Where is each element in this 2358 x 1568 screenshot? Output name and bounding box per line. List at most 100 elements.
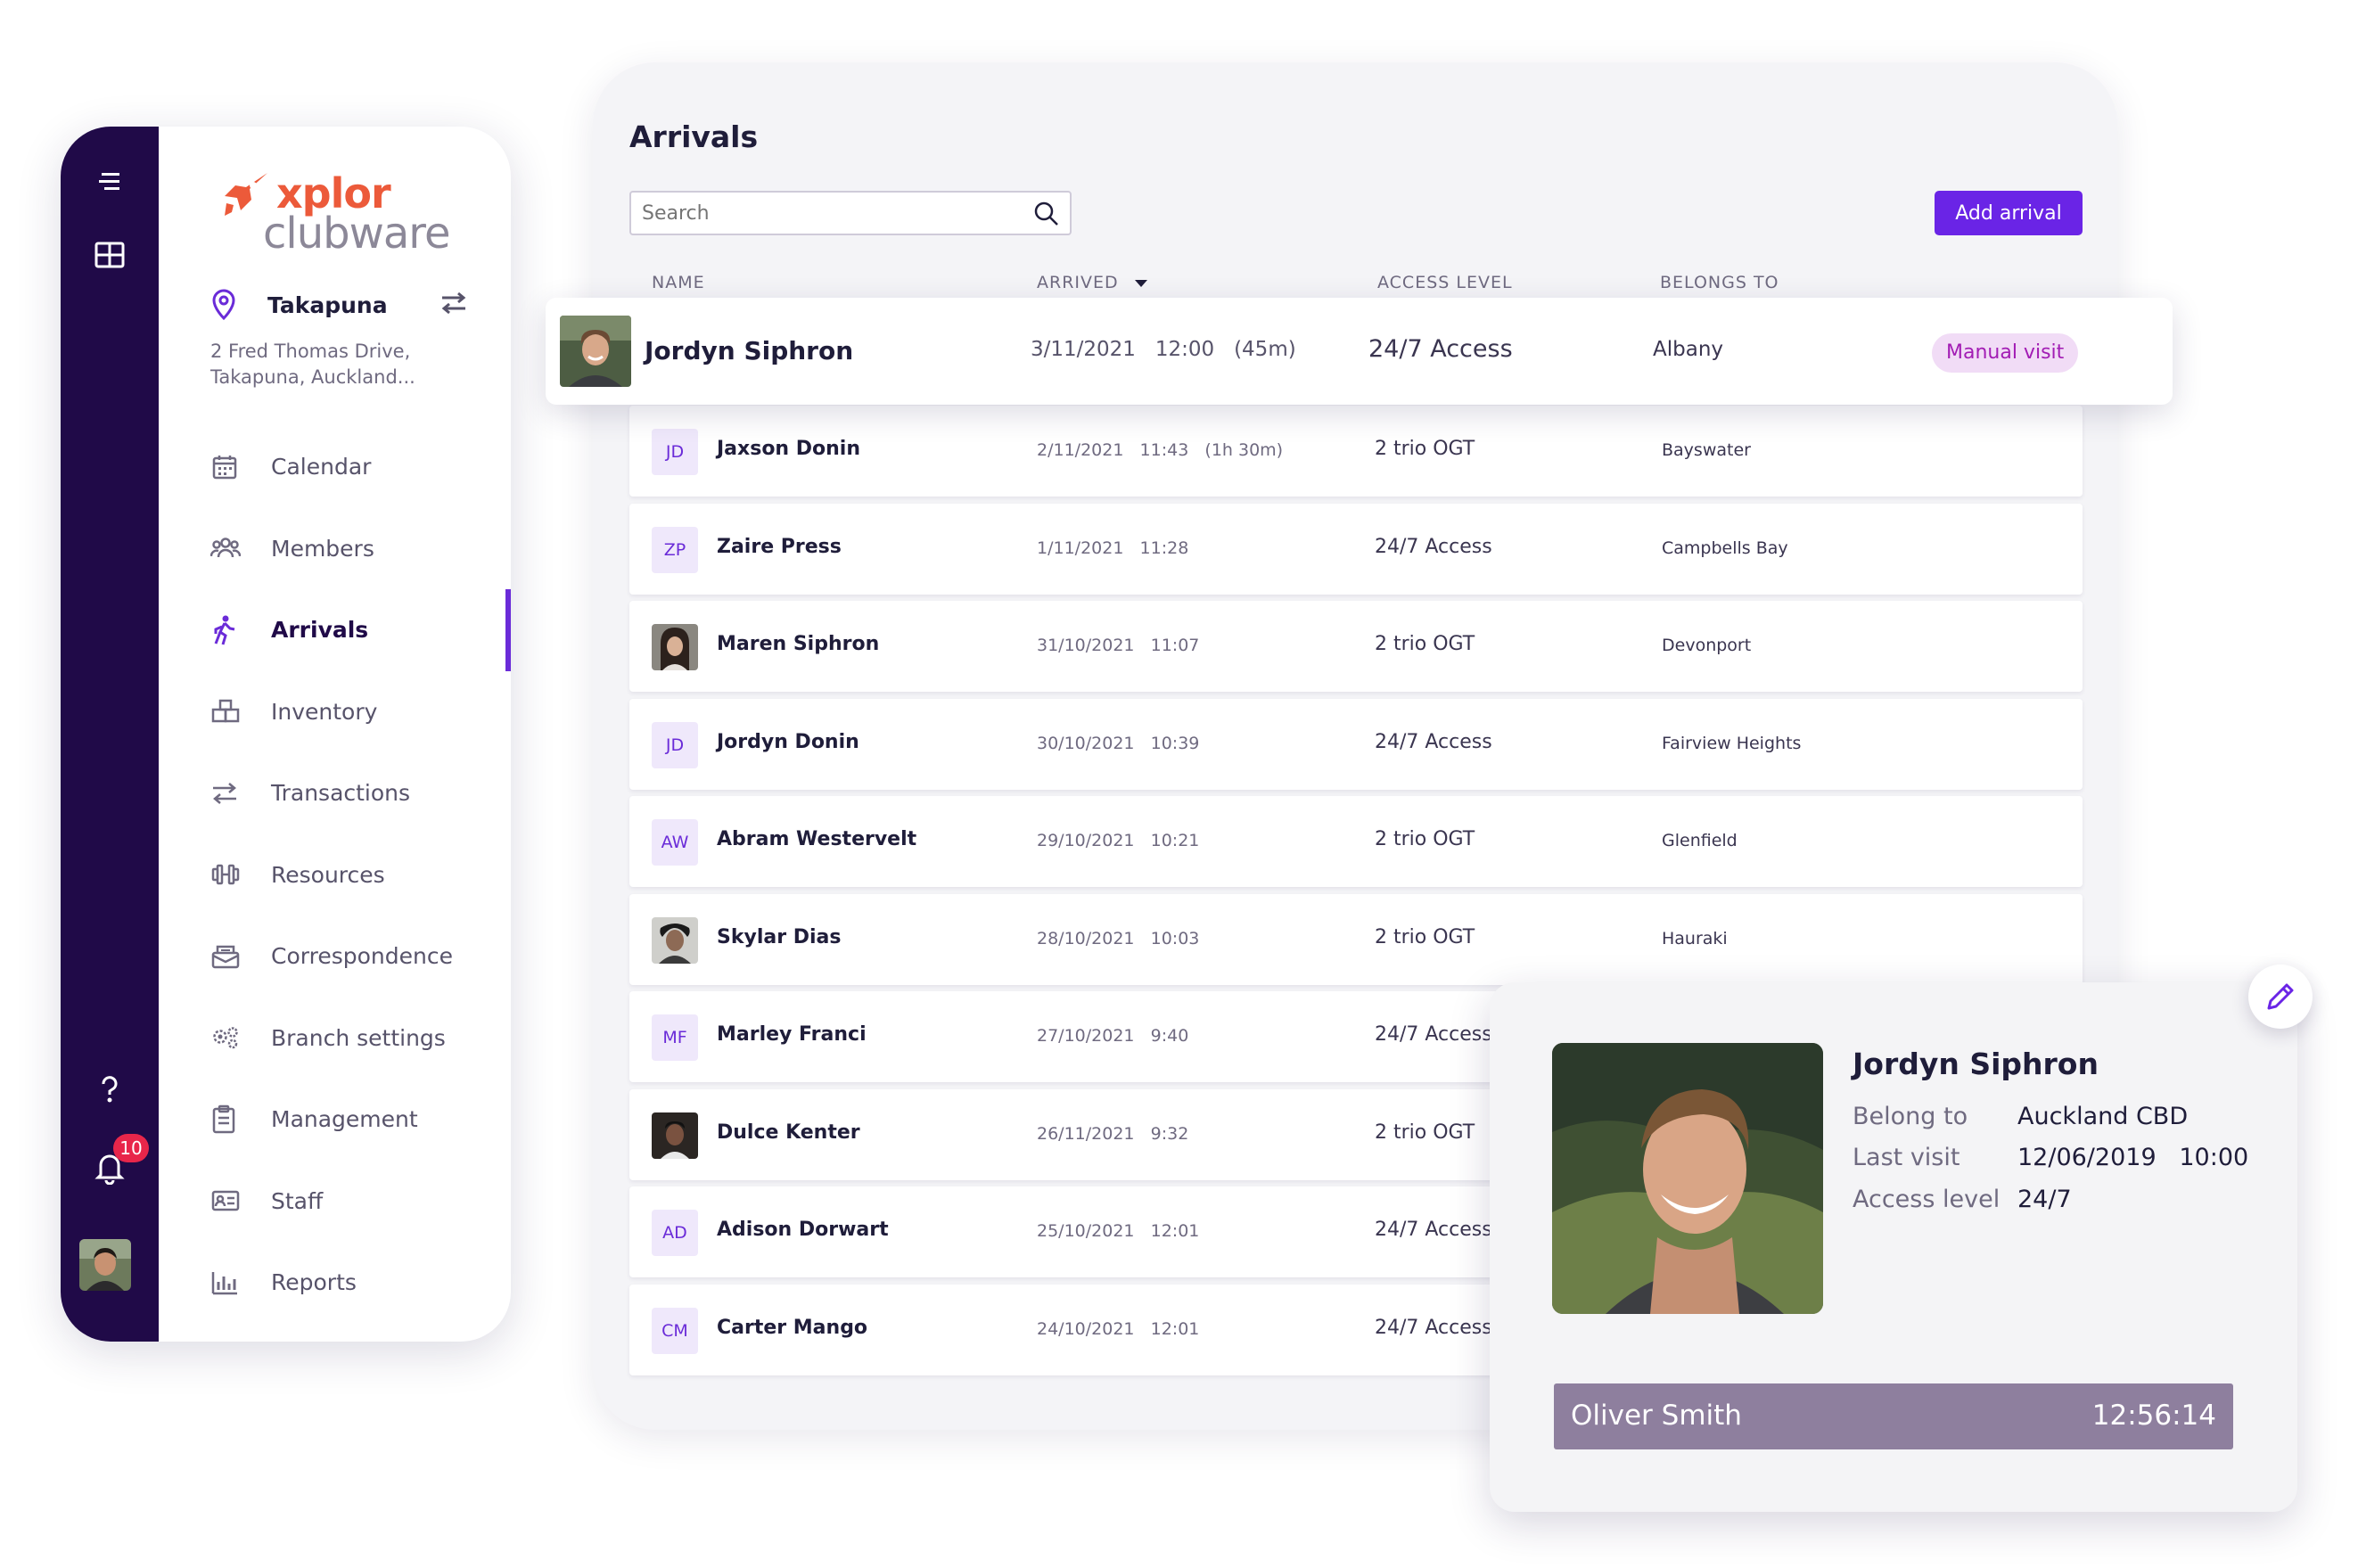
sidebar-item-label: Inventory <box>271 698 378 725</box>
access-level: 2 trio OGT <box>1375 1121 1475 1144</box>
sidebar-item-members[interactable]: Members <box>159 508 511 590</box>
help-icon[interactable] <box>61 1070 159 1109</box>
table-row[interactable]: AW Abram Westervelt 29/10/2021 10:21 2 t… <box>629 796 2083 887</box>
reports-bar-chart-icon <box>211 1271 237 1294</box>
notifications-bell-icon[interactable]: 10 <box>61 1134 159 1187</box>
member-name: Marley Franci <box>717 1023 867 1046</box>
belong-to-value: Auckland CBD <box>2017 1103 2189 1130</box>
belongs-to: Fairview Heights <box>1662 733 1802 753</box>
sidebar-item-correspondence[interactable]: Correspondence <box>159 915 511 997</box>
arrived-time: 24/10/2021 12:01 <box>1037 1318 1200 1339</box>
member-avatar <box>652 1112 698 1159</box>
access-level: 24/7 Access <box>1375 535 1492 558</box>
correspondence-icon <box>211 945 240 968</box>
access-level-label: Access level <box>1853 1186 2001 1213</box>
staff-id-card-icon <box>211 1191 240 1211</box>
user-avatar[interactable] <box>79 1239 131 1291</box>
access-level: 24/7 Access <box>1375 1023 1492 1046</box>
sidebar-item-label: Correspondence <box>271 943 453 970</box>
table-row[interactable]: JD Jaxson Donin 2/11/2021 11:43 (1h 30m)… <box>629 406 2083 497</box>
member-initials: CM <box>652 1307 698 1354</box>
table-row[interactable]: Maren Siphron 31/10/2021 11:07 2 trio OG… <box>629 601 2083 692</box>
sidebar-item-reports[interactable]: Reports <box>159 1242 511 1324</box>
arrived-time: 28/10/2021 10:03 <box>1037 928 1200 948</box>
switch-location-icon[interactable] <box>439 291 469 316</box>
clipboard-management-icon <box>212 1104 235 1133</box>
sidebar-item-branch-settings[interactable]: Branch settings <box>159 997 511 1080</box>
sidebar-item-staff[interactable]: Staff <box>159 1161 511 1243</box>
sidebar-item-label: Resources <box>271 861 385 888</box>
location-pin-icon <box>212 289 235 321</box>
access-level-value: 24/7 <box>2017 1186 2072 1213</box>
menu-icon[interactable] <box>61 162 159 201</box>
arrived-time: 29/10/2021 10:21 <box>1037 831 1200 850</box>
arrived-time: 26/11/2021 9:32 <box>1037 1123 1189 1144</box>
calendar-icon <box>212 455 237 479</box>
sidebar-item-calendar[interactable]: Calendar <box>159 426 511 508</box>
member-name: Carter Mango <box>717 1316 868 1339</box>
column-header-arrived-label: ARRIVED <box>1037 273 1119 292</box>
xplor-clubware-logo: xplor clubware <box>214 162 481 260</box>
inventory-icon <box>211 700 240 723</box>
member-name: Jordyn Donin <box>717 730 859 753</box>
transactions-icon <box>213 782 236 804</box>
sidebar-item-transactions[interactable]: Transactions <box>159 752 511 834</box>
staff-name: Oliver Smith <box>1571 1400 1742 1432</box>
member-initials: AW <box>652 819 698 866</box>
dumbbell-resources-icon <box>211 865 240 885</box>
table-row[interactable]: Skylar Dias 28/10/2021 10:03 2 trio OGT … <box>629 893 2083 985</box>
belongs-to: Albany <box>1653 338 1724 361</box>
member-name: Abram Westervelt <box>717 828 917 850</box>
member-name: Jordyn Siphron <box>645 336 854 365</box>
table-row[interactable]: JD Jordyn Donin 30/10/2021 10:39 24/7 Ac… <box>629 698 2083 790</box>
last-visit-label: Last visit <box>1853 1144 1960 1171</box>
app-sidebar: 10 xplor clubware Takapuna 2 Fred Thomas… <box>61 127 511 1342</box>
member-initials: ZP <box>652 526 698 573</box>
sidebar-item-label: Branch settings <box>271 1024 446 1051</box>
icon-rail: 10 <box>61 127 159 1342</box>
belongs-to: Campbells Bay <box>1662 538 1788 558</box>
belongs-to: Hauraki <box>1662 928 1728 948</box>
member-initials: JD <box>652 721 698 768</box>
access-level: 2 trio OGT <box>1375 633 1475 655</box>
add-arrival-button[interactable]: Add arrival <box>1935 191 2083 235</box>
sidebar-item-label: Arrivals <box>271 617 369 644</box>
access-level: 2 trio OGT <box>1375 925 1475 948</box>
column-header-belongs-to: BELONGS TO <box>1660 273 1779 292</box>
sidebar-item-arrivals[interactable]: Arrivals <box>159 589 511 671</box>
column-header-arrived[interactable]: ARRIVED <box>1037 273 1147 292</box>
member-avatar <box>560 316 631 387</box>
address-line-1: 2 Fred Thomas Drive, <box>210 341 411 362</box>
dashboard-grid-icon[interactable] <box>61 235 159 275</box>
sort-descending-icon <box>1134 279 1147 287</box>
arrivals-icon <box>214 615 235 645</box>
search-input[interactable] <box>629 191 1072 235</box>
session-time: 12:56:14 <box>2091 1400 2216 1432</box>
arrived-time: 30/10/2021 10:39 <box>1037 733 1200 753</box>
arrived-time: 3/11/2021 12:00 (45m) <box>1031 338 1296 361</box>
sidebar-item-management[interactable]: Management <box>159 1079 511 1161</box>
member-initials: AD <box>652 1210 698 1256</box>
search-icon[interactable] <box>1032 200 1061 228</box>
sidebar-item-label: Transactions <box>271 780 411 807</box>
sidebar-item-label: Reports <box>271 1269 357 1296</box>
edit-member-button[interactable] <box>2248 965 2313 1029</box>
page-title: Arrivals <box>629 119 759 154</box>
access-level: 24/7 Access <box>1375 1316 1492 1339</box>
member-initials: JD <box>652 429 698 475</box>
sidebar-item-inventory[interactable]: Inventory <box>159 671 511 753</box>
address-line-2: Takapuna, Auckland... <box>210 366 415 388</box>
arrived-time: 2/11/2021 11:43 (1h 30m) <box>1037 440 1284 460</box>
logo-word-clubware: clubware <box>263 209 450 259</box>
sidebar-item-label: Management <box>271 1106 418 1133</box>
card-member-name: Jordyn Siphron <box>1853 1047 2099 1081</box>
members-icon <box>210 538 241 558</box>
staff-session-bar: Oliver Smith 12:56:14 <box>1554 1383 2233 1449</box>
sidebar-item-resources[interactable]: Resources <box>159 834 511 916</box>
access-level: 2 trio OGT <box>1375 438 1475 460</box>
highlighted-arrival-row[interactable]: Jordyn Siphron 3/11/2021 12:00 (45m) 24/… <box>546 298 2173 405</box>
gears-settings-icon <box>213 1027 238 1049</box>
table-row[interactable]: ZP Zaire Press 1/11/2021 11:28 24/7 Acce… <box>629 503 2083 595</box>
arrived-time: 25/10/2021 12:01 <box>1037 1221 1200 1241</box>
access-level: 24/7 Access <box>1375 1219 1492 1241</box>
